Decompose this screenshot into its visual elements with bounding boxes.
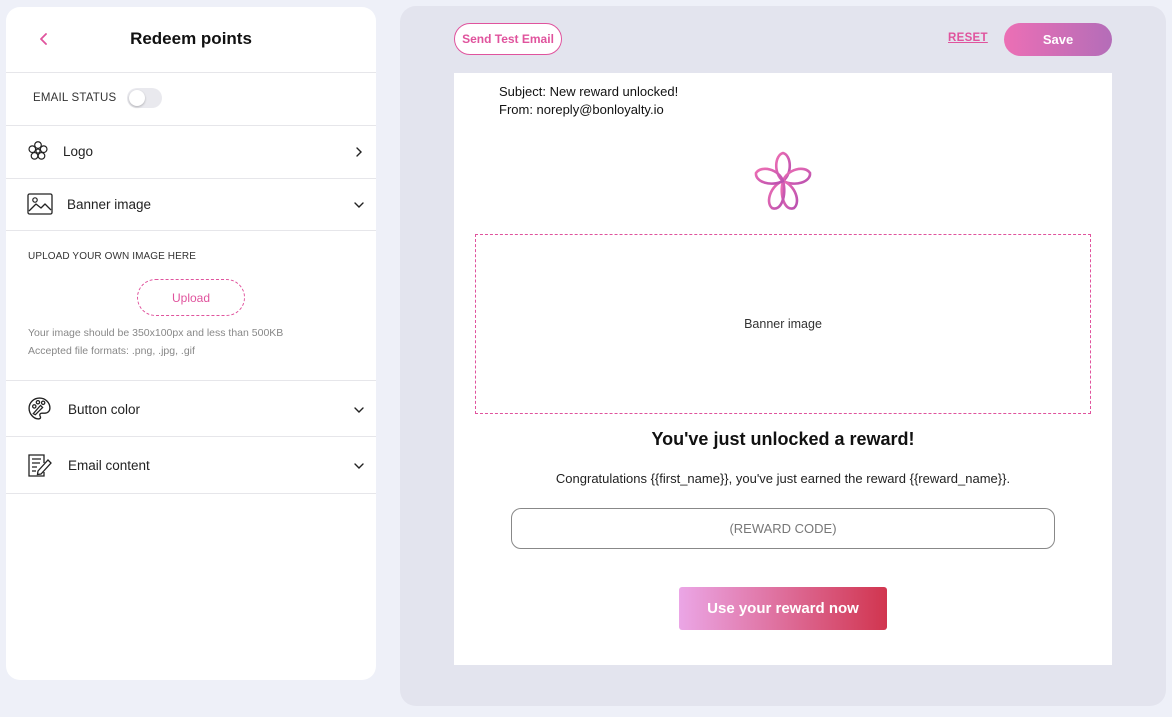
email-from: From: noreply@bonloyalty.io — [499, 102, 664, 117]
chevron-right-icon — [356, 147, 362, 157]
chevron-down-icon — [354, 463, 364, 469]
accordion-label: Logo — [63, 144, 94, 159]
palette-icon — [28, 397, 51, 420]
use-reward-button[interactable]: Use your reward now — [679, 587, 887, 630]
toggle-knob — [129, 90, 145, 106]
reward-code-box: (REWARD CODE) — [511, 508, 1055, 549]
send-test-email-button[interactable]: Send Test Email — [454, 23, 562, 55]
flower-icon — [28, 141, 48, 160]
email-preview-panel: Send Test Email RESET Save Subject: New … — [400, 6, 1166, 706]
settings-panel: Redeem points EMAIL STATUS Logo Banner i… — [6, 7, 376, 680]
email-body-text: Congratulations {{first_name}}, you've j… — [555, 471, 1011, 486]
panel-header: Redeem points — [6, 7, 376, 73]
accordion-label: Banner image — [67, 197, 152, 212]
chevron-down-icon — [354, 202, 364, 208]
email-header: Subject: New reward unlocked! From: nore… — [499, 83, 678, 119]
accordion-label: Button color — [68, 402, 141, 417]
email-status-row: EMAIL STATUS — [6, 73, 376, 126]
edit-document-icon — [28, 454, 52, 477]
accordion-logo[interactable]: Logo — [6, 126, 376, 179]
upload-size-hint: Your image should be 350x100px and less … — [28, 327, 284, 339]
email-subject: Subject: New reward unlocked! — [499, 84, 679, 99]
upload-title: UPLOAD YOUR OWN IMAGE HERE — [28, 251, 196, 262]
email-preview: Subject: New reward unlocked! From: nore… — [454, 73, 1112, 665]
accordion-banner-image[interactable]: Banner image — [6, 179, 376, 231]
email-headline: You've just unlocked a reward! — [651, 429, 915, 449]
email-status-label: EMAIL STATUS — [33, 92, 117, 104]
banner-placeholder[interactable]: Banner image — [475, 234, 1091, 414]
reset-link[interactable]: RESET — [948, 32, 988, 44]
page-title: Redeem points — [130, 29, 252, 48]
chevron-down-icon — [354, 407, 364, 413]
accordion-label: Email content — [68, 458, 150, 473]
accordion-email-content[interactable]: Email content — [6, 437, 376, 494]
image-icon — [27, 193, 53, 215]
accordion-button-color[interactable]: Button color — [6, 381, 376, 437]
banner-upload-section: UPLOAD YOUR OWN IMAGE HERE Upload Your i… — [6, 231, 376, 381]
brand-logo — [754, 151, 812, 210]
email-status-toggle[interactable] — [127, 88, 162, 108]
upload-button[interactable]: Upload — [137, 279, 245, 316]
save-button[interactable]: Save — [1004, 23, 1112, 56]
upload-format-hint: Accepted file formats: .png, .jpg, .gif — [28, 345, 195, 357]
